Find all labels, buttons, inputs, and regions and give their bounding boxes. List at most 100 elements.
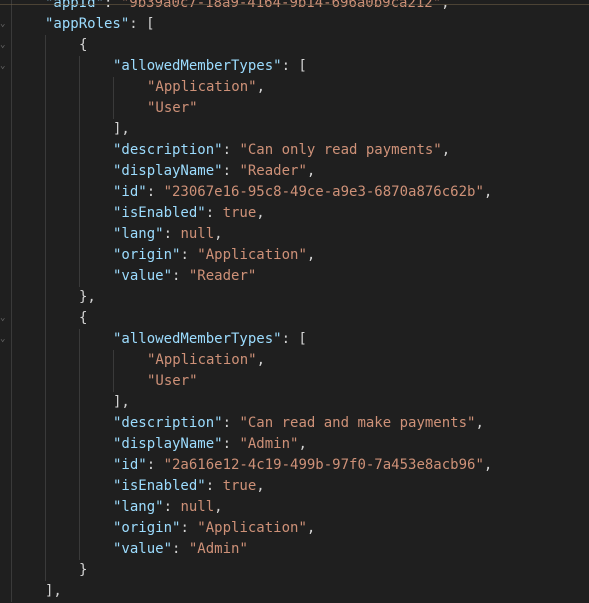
code-line[interactable]: ⌄ "appRoles": [ (0, 13, 589, 35)
indent-guide (79, 496, 80, 518)
code-line[interactable]: ⌄ "allowedMemberTypes": [ (0, 328, 589, 350)
token-key: "displayName" (113, 162, 223, 179)
indent-guide (79, 265, 80, 287)
token-punc: : (146, 456, 164, 473)
indent-guide (45, 223, 46, 245)
token-key: "isEnabled" (113, 204, 206, 221)
code-line[interactable]: ], (0, 118, 589, 140)
indent-guide (11, 97, 12, 119)
code-line[interactable]: "value": "Admin" (0, 538, 589, 560)
code-line[interactable]: "User" (0, 370, 589, 392)
token-str: "User" (147, 99, 198, 116)
token-str: "23067e16-95c8-49ce-a9e3-6870a876c62b" (163, 183, 484, 200)
indent-guide (11, 118, 12, 140)
code-line[interactable]: "appId": "9b39a0c7-18a9-4164-9b14-696a0b… (0, 0, 589, 14)
indent-guide (45, 328, 46, 350)
code-line[interactable]: "lang": null, (0, 496, 589, 518)
code-line[interactable]: ⌄ "allowedMemberTypes": [ (0, 55, 589, 77)
indent-guide (45, 559, 46, 581)
fold-chevron-icon[interactable]: ⌄ (0, 14, 8, 35)
code-text: ], (45, 581, 62, 602)
token-punc: : (163, 225, 181, 242)
code-editor[interactable]: "appId": "9b39a0c7-18a9-4164-9b14-696a0b… (0, 0, 589, 602)
token-punc: , (475, 414, 484, 431)
code-line[interactable]: } (0, 559, 589, 581)
code-line[interactable]: "displayName": "Admin", (0, 433, 589, 455)
indent-guide (11, 265, 12, 287)
code-line[interactable]: "lang": null, (0, 223, 589, 245)
indent-guide (79, 391, 80, 413)
code-line[interactable]: "origin": "Application", (0, 244, 589, 266)
fold-chevron-icon[interactable]: ⌄ (0, 56, 8, 77)
token-str: "Admin" (239, 435, 299, 452)
token-punc: { (79, 309, 88, 326)
code-line[interactable]: "isEnabled": true, (0, 202, 589, 224)
token-str: "Application" (197, 246, 307, 263)
code-line[interactable]: "description": "Can read and make paymen… (0, 412, 589, 434)
code-line[interactable]: "Application", (0, 76, 589, 98)
token-punc: , (306, 246, 316, 263)
fold-chevron-icon[interactable]: ⌄ (0, 329, 8, 350)
code-text: "User" (147, 98, 198, 119)
token-lit: true (222, 477, 257, 494)
fold-chevron-icon[interactable]: ⌄ (0, 35, 8, 56)
code-line[interactable]: ], (0, 391, 589, 413)
token-punc: ], (113, 120, 130, 137)
code-line[interactable]: ⌄{ (0, 34, 589, 56)
code-text: "appId": "9b39a0c7-18a9-4164-9b14-696a0b… (45, 0, 450, 14)
code-text: "lang": null, (113, 224, 223, 245)
indent-guide (45, 265, 46, 287)
indent-guide (79, 370, 80, 392)
indent-guide (79, 223, 80, 245)
indent-guide (45, 412, 46, 434)
token-punc: , (256, 204, 265, 221)
indent-guide (11, 328, 12, 350)
indent-guide (11, 538, 12, 560)
code-line[interactable]: "displayName": "Reader", (0, 160, 589, 182)
indent-guide (79, 97, 80, 119)
indent-guide (45, 160, 46, 182)
indent-guide (11, 202, 12, 224)
token-punc: , (256, 78, 266, 95)
code-line[interactable]: ⌄{ (0, 307, 589, 329)
code-line[interactable]: "description": "Can only read payments", (0, 139, 589, 161)
code-line[interactable]: "id": "2a616e12-4c19-499b-97f0-7a453e8ac… (0, 454, 589, 476)
fold-chevron-icon[interactable]: ⌄ (0, 308, 8, 329)
indent-guide (79, 181, 80, 203)
token-key: "lang" (113, 225, 164, 242)
indent-guide (11, 160, 12, 182)
indent-guide (11, 181, 12, 203)
code-line[interactable]: }, (0, 286, 589, 308)
indent-guide (45, 76, 46, 98)
code-text: "description": "Can only read payments", (113, 140, 450, 161)
indent-guide (11, 454, 12, 476)
code-line[interactable]: "isEnabled": true, (0, 475, 589, 497)
indent-guide (45, 496, 46, 518)
indent-guide (11, 559, 12, 581)
token-punc: ], (45, 582, 62, 599)
code-line[interactable]: "value": "Reader" (0, 265, 589, 287)
indent-guide (113, 349, 114, 371)
code-text: } (79, 560, 87, 581)
token-punc: , (306, 162, 316, 179)
token-key: "id" (113, 183, 147, 200)
token-punc: : (172, 267, 189, 284)
indent-guide (45, 202, 46, 224)
code-line[interactable]: "id": "23067e16-95c8-49ce-a9e3-6870a876c… (0, 181, 589, 203)
indent-guide (11, 307, 12, 329)
code-text: "value": "Reader" (113, 266, 256, 287)
token-punc: : (222, 435, 240, 452)
indent-guide (45, 97, 46, 119)
code-line[interactable]: "origin": "Application", (0, 517, 589, 539)
code-line[interactable]: ], (0, 580, 589, 602)
token-lit: true (222, 204, 257, 221)
token-key: "value" (113, 267, 173, 284)
token-str: "Application" (147, 351, 257, 368)
token-punc: : (180, 246, 198, 263)
code-text: "Application", (147, 350, 265, 371)
token-str: "Can only read payments" (239, 141, 442, 158)
code-text: "allowedMemberTypes": [ (113, 56, 307, 77)
code-line[interactable]: "Application", (0, 349, 589, 371)
code-line[interactable]: "User" (0, 97, 589, 119)
token-punc: , (441, 141, 451, 158)
